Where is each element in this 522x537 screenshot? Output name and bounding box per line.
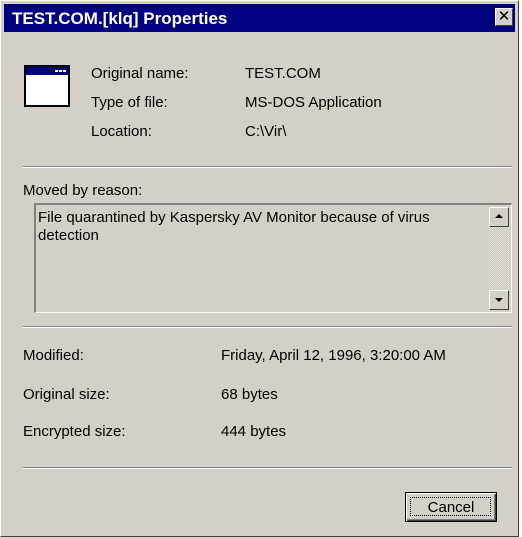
location-value: C:\Vir\ [245,123,287,140]
arrow-down-icon [495,298,503,302]
window-title: TEST.COM.[klq] Properties [12,9,228,28]
vertical-scrollbar[interactable] [489,207,509,310]
moved-by-reason-label: Moved by reason: [23,182,143,199]
modified-value: Friday, April 12, 1996, 3:20:00 AM [221,347,446,364]
title-bar[interactable]: TEST.COM.[klq] Properties ✕ [4,4,515,32]
cancel-button[interactable]: Cancel [405,492,497,522]
reason-text: File quarantined by Kaspersky AV Monitor… [38,209,430,244]
reason-textbox[interactable]: File quarantined by Kaspersky AV Monitor… [34,203,512,313]
close-icon[interactable]: ✕ [495,8,513,26]
file-type-label: Type of file: [91,94,168,111]
scroll-down-button[interactable] [489,290,509,310]
encrypted-size-label: Encrypted size: [23,423,126,440]
original-size-value: 68 bytes [221,386,278,403]
original-size-label: Original size: [23,386,110,403]
original-name-label: Original name: [91,65,189,82]
original-name-value: TEST.COM [245,65,321,82]
modified-label: Modified: [23,347,84,364]
scroll-up-button[interactable] [489,207,509,227]
application-window-icon [24,65,70,107]
location-label: Location: [91,123,152,140]
separator [23,166,512,168]
properties-dialog: TEST.COM.[klq] Properties ✕ Original nam… [0,0,519,537]
file-type-value: MS-DOS Application [245,94,382,111]
arrow-up-icon [495,214,503,218]
separator [23,467,512,469]
separator [23,326,512,328]
cancel-button-label: Cancel [427,499,475,516]
encrypted-size-value: 444 bytes [221,423,287,440]
